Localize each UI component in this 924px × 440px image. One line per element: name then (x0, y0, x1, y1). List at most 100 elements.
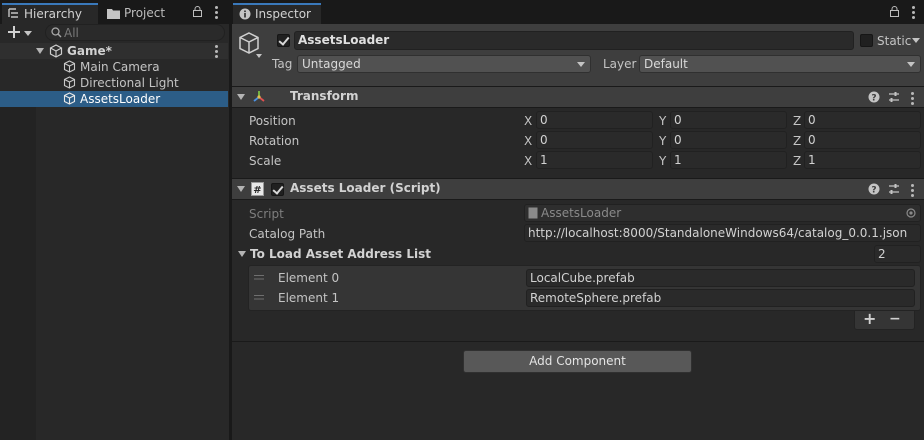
create-dropdown-icon[interactable] (24, 31, 32, 36)
axis-x-label[interactable]: X (524, 113, 532, 129)
list-size-field[interactable]: 2 (874, 245, 921, 263)
rotation-y-field[interactable]: 0 (670, 131, 787, 149)
element-value-input[interactable]: LocalCube.prefab (526, 269, 915, 287)
hierarchy-item-directional-light[interactable]: Directional Light (0, 75, 228, 91)
list-size-value: 2 (878, 247, 886, 261)
scene-name: Game* (67, 44, 112, 58)
axis-z-label[interactable]: Z (793, 153, 801, 169)
create-plus-icon[interactable] (8, 26, 20, 38)
static-checkbox[interactable] (860, 34, 873, 47)
scale-y-field[interactable]: 1 (670, 151, 787, 169)
script-fold-arrow-icon[interactable] (237, 186, 245, 192)
csharp-script-icon: # (251, 182, 264, 196)
help-icon[interactable]: ? (868, 91, 880, 103)
hierarchy-menu-icon[interactable] (215, 6, 218, 21)
axis-z-label[interactable]: Z (793, 113, 801, 129)
transform-fold-arrow-icon[interactable] (237, 94, 245, 100)
drag-handle-icon[interactable] (254, 275, 264, 280)
list-title[interactable]: To Load Asset Address List (250, 246, 431, 262)
tag-dropdown[interactable]: Untagged (297, 55, 591, 73)
catalog-path-input[interactable]: http://localhost:8000/StandaloneWindows6… (524, 224, 921, 242)
active-checkbox[interactable] (277, 34, 290, 47)
unity-scene-icon (49, 44, 63, 58)
static-label[interactable]: Static (877, 33, 911, 49)
rotation-z-value: 0 (808, 133, 816, 147)
scale-x-field[interactable]: 1 (536, 151, 653, 169)
position-x-value: 0 (540, 113, 548, 127)
rotation-x-value: 0 (540, 133, 548, 147)
layer-dropdown[interactable]: Default (639, 55, 921, 73)
lock-icon[interactable] (890, 6, 899, 17)
layer-label: Layer (603, 57, 637, 71)
static-dropdown-icon[interactable] (912, 38, 920, 43)
remove-element-button[interactable]: − (889, 311, 901, 327)
hierarchy-item-label: Directional Light (80, 76, 179, 90)
script-reference-value: AssetsLoader (541, 206, 622, 220)
axis-x-label[interactable]: X (524, 153, 532, 169)
scene-menu-icon[interactable] (215, 45, 218, 60)
script-menu-icon[interactable] (911, 184, 914, 199)
hierarchy-item-label: AssetsLoader (80, 92, 161, 106)
script-enabled-checkbox[interactable] (271, 183, 284, 196)
list-item[interactable]: Element 1 RemoteSphere.prefab (249, 288, 920, 308)
script-component-header[interactable]: # Assets Loader (Script) ? (232, 178, 924, 200)
axis-y-label[interactable]: Y (659, 113, 666, 129)
scale-z-field[interactable]: 1 (804, 151, 921, 169)
scale-z-value: 1 (808, 153, 816, 167)
transform-header[interactable]: Transform ? (232, 86, 924, 108)
folder-icon (107, 9, 120, 19)
info-icon (239, 8, 251, 20)
axis-y-label[interactable]: Y (659, 153, 666, 169)
scale-label: Scale (249, 154, 282, 168)
gameobject-cube-icon (63, 76, 76, 89)
gameobject-large-cube-icon[interactable] (237, 31, 261, 55)
script-reference-field: AssetsLoader (524, 204, 921, 222)
scale-y-value: 1 (674, 153, 682, 167)
help-icon[interactable]: ? (868, 183, 880, 195)
tab-hierarchy[interactable]: Hierarchy (2, 3, 98, 24)
hierarchy-lower-gutter (0, 107, 36, 440)
transform-menu-icon[interactable] (911, 92, 914, 107)
add-component-button[interactable]: Add Component (463, 350, 692, 373)
presets-sliders-icon[interactable] (888, 183, 900, 195)
object-picker-icon (906, 208, 916, 218)
add-element-button[interactable]: + (863, 311, 876, 327)
catalog-path-label: Catalog Path (249, 227, 326, 241)
search-icon (51, 27, 62, 38)
rotation-x-field[interactable]: 0 (536, 131, 653, 149)
scene-fold-arrow-icon[interactable] (36, 48, 44, 54)
axis-x-label[interactable]: X (524, 133, 532, 149)
add-component-label: Add Component (529, 354, 626, 368)
position-z-field[interactable]: 0 (804, 111, 921, 129)
chevron-down-icon (907, 62, 915, 67)
tab-project[interactable]: Project (104, 3, 184, 24)
tab-project-label: Project (124, 6, 166, 20)
position-x-field[interactable]: 0 (536, 111, 653, 129)
scene-row[interactable]: Game* (0, 43, 228, 59)
svg-text:?: ? (871, 94, 876, 104)
tag-value: Untagged (302, 57, 361, 71)
hierarchy-item-main-camera[interactable]: Main Camera (0, 59, 228, 75)
list-fold-arrow-icon[interactable] (238, 251, 246, 257)
axis-z-label[interactable]: Z (793, 133, 801, 149)
hierarchy-search-input[interactable]: All (45, 24, 225, 41)
position-y-value: 0 (674, 113, 682, 127)
tab-inspector[interactable]: Inspector (233, 3, 321, 24)
axis-y-label[interactable]: Y (659, 133, 666, 149)
transform-title: Transform (290, 89, 359, 103)
component-separator (232, 341, 924, 342)
svg-text:?: ? (871, 186, 876, 196)
rotation-z-field[interactable]: 0 (804, 131, 921, 149)
object-name-input[interactable]: AssetsLoader (294, 31, 854, 50)
lock-icon[interactable] (193, 6, 202, 17)
element-value-input[interactable]: RemoteSphere.prefab (526, 289, 915, 307)
inspector-menu-icon[interactable] (912, 6, 915, 21)
list-item[interactable]: Element 0 LocalCube.prefab (249, 268, 920, 288)
position-z-value: 0 (808, 113, 816, 127)
hierarchy-item-label: Main Camera (80, 60, 160, 74)
position-y-field[interactable]: 0 (670, 111, 787, 129)
icon-dropdown-icon[interactable] (256, 54, 262, 58)
hierarchy-item-assetsloader[interactable]: AssetsLoader (0, 91, 228, 107)
presets-sliders-icon[interactable] (888, 91, 900, 103)
drag-handle-icon[interactable] (254, 295, 264, 300)
